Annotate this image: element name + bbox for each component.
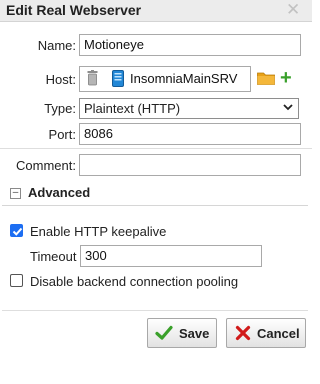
cancel-button[interactable]: Cancel [226,318,306,348]
port-label: Port: [48,127,76,142]
advanced-section-header[interactable]: – Advanced [2,182,308,206]
comment-input[interactable] [79,154,301,176]
type-selected-value: Plaintext (HTTP) [84,101,181,116]
divider [0,148,312,149]
plus-icon[interactable]: + [280,68,292,88]
save-label: Save [179,326,210,341]
host-selector[interactable]: InsomniaMainSRV [79,66,251,92]
cancel-x-icon [234,324,252,345]
checkmark-icon [155,324,173,345]
host-label: Host: [45,72,76,87]
folder-icon[interactable] [257,71,275,88]
name-label: Name: [37,38,76,53]
save-button[interactable]: Save [147,318,217,348]
pooling-checkbox[interactable] [10,274,23,287]
dialog-titlebar: Edit Real Webserver ✕ [0,0,312,22]
comment-label: Comment: [16,158,76,173]
dialog-title: Edit Real Webserver [6,2,142,18]
footer-divider [2,310,308,311]
server-icon [112,70,124,90]
chevron-down-icon [283,100,293,120]
type-select[interactable]: Plaintext (HTTP) [79,98,299,119]
pooling-label: Disable backend connection pooling [30,274,239,289]
cancel-label: Cancel [257,326,300,341]
type-label: Type: [44,101,76,116]
host-value: InsomniaMainSRV [130,71,238,86]
timeout-input[interactable]: 300 [80,245,262,267]
timeout-label: Timeout [30,249,77,264]
close-icon[interactable]: ✕ [286,0,300,20]
advanced-title: Advanced [28,185,91,200]
port-input[interactable]: 8086 [79,123,301,145]
edit-real-webserver-dialog: Edit Real Webserver ✕ Name: Motioneye Ho… [0,0,312,384]
keepalive-label: Enable HTTP keepalive [30,224,167,239]
keepalive-checkbox[interactable] [10,224,23,237]
collapse-icon[interactable]: – [10,188,21,199]
name-input[interactable]: Motioneye [79,34,301,56]
trash-icon[interactable] [87,70,98,89]
